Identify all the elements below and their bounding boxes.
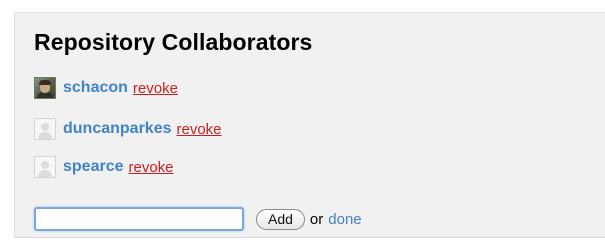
default-avatar-icon [34,156,56,178]
collaborator-row: schacon revoke [34,76,178,100]
collaborator-row: spearce revoke [34,155,174,179]
add-collaborator-form: Add or done [34,205,362,233]
revoke-link[interactable]: revoke [129,159,174,176]
collaborators-panel: Repository Collaborators schacon revoke … [14,12,605,238]
panel-title: Repository Collaborators [34,29,313,55]
revoke-link[interactable]: revoke [176,121,221,138]
default-avatar-icon [34,118,56,140]
collaborator-username-link[interactable]: duncanparkes [63,120,171,138]
collaborator-username-link[interactable]: spearce [63,158,124,176]
collaborator-username-link[interactable]: schacon [63,79,128,97]
user-photo-icon [34,77,56,99]
collaborator-name-input[interactable] [34,207,244,231]
or-text: or [309,210,324,228]
revoke-link[interactable]: revoke [133,80,178,97]
add-button[interactable]: Add [256,208,305,230]
collaborator-row: duncanparkes revoke [34,117,222,141]
done-link[interactable]: done [328,211,361,228]
